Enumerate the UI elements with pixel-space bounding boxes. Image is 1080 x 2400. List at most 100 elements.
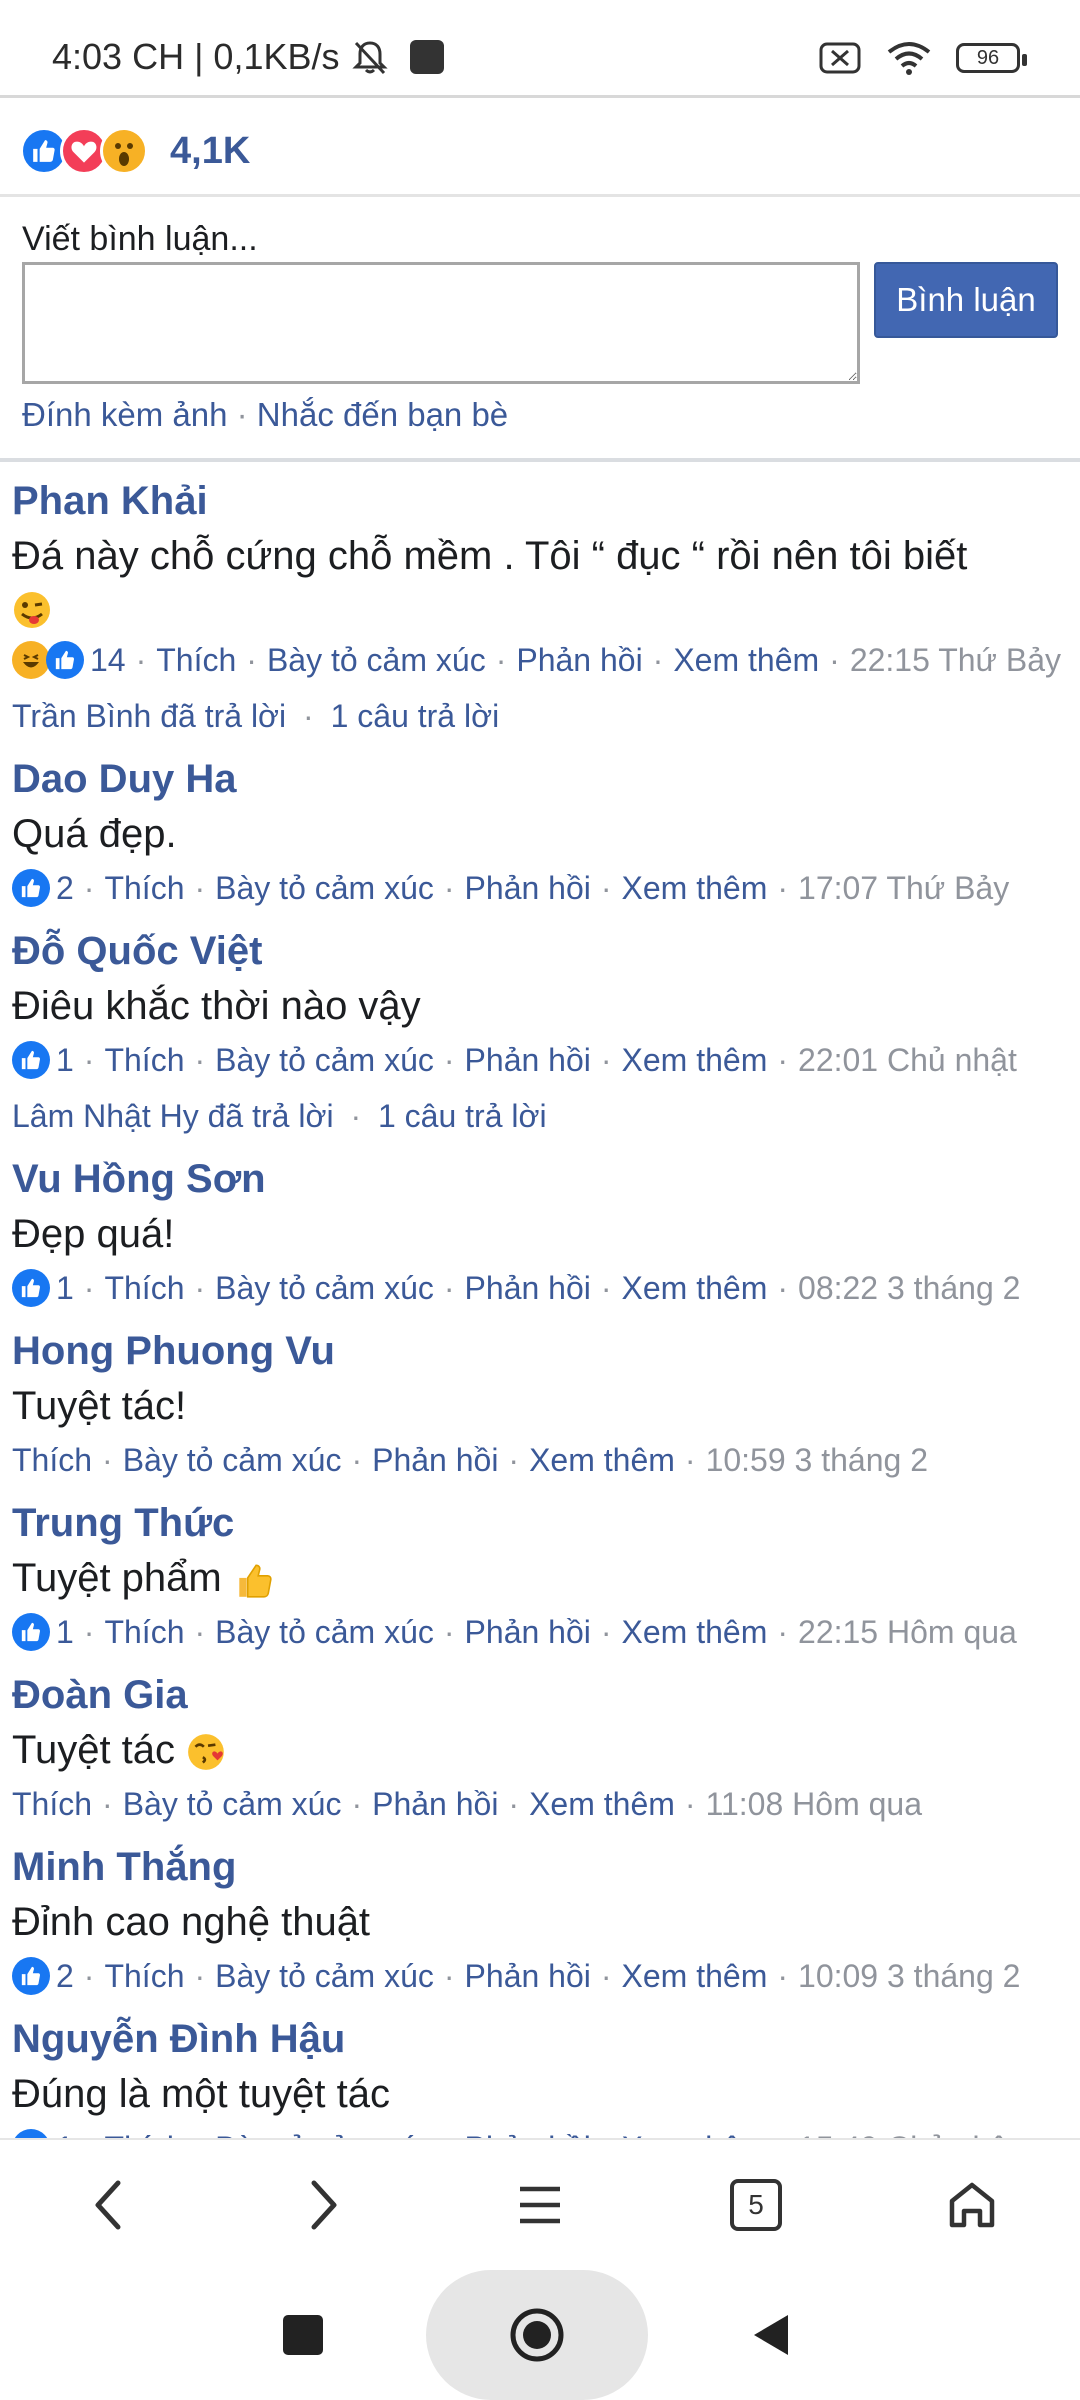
reply-summary[interactable]: Trần Bình đã trả lời · 1 câu trả lời	[12, 688, 1068, 744]
see-more-link[interactable]: Xem thêm	[673, 632, 819, 688]
like-link[interactable]: Thích	[156, 632, 236, 688]
see-more-link[interactable]: Xem thêm	[622, 1604, 768, 1660]
separator: ·	[684, 1442, 696, 1478]
reply-count-text[interactable]: 1 câu trả lời	[331, 698, 500, 734]
see-more-link[interactable]: Xem thêm	[622, 1948, 768, 2004]
comment-text: Đúng là một tuyệt tác	[12, 2072, 390, 2116]
reaction-count[interactable]: 1	[56, 1032, 74, 1088]
separator: ·	[194, 1270, 206, 1306]
like-link[interactable]: Thích	[104, 1032, 184, 1088]
react-link[interactable]: Bày tỏ cảm xúc	[123, 1432, 342, 1488]
see-more-link[interactable]: Xem thêm	[622, 1260, 768, 1316]
reply-author-text[interactable]: Lâm Nhật Hy đã trả lời	[12, 1098, 334, 1134]
mention-friends-link[interactable]: Nhắc đến bạn bè	[257, 396, 508, 433]
wow-icon	[100, 127, 148, 175]
comment-time[interactable]: 10:09 3 tháng 2	[798, 1948, 1020, 2004]
triangle-back-icon	[754, 2315, 788, 2355]
reply-link[interactable]: Phản hồi	[465, 1948, 591, 2004]
react-link[interactable]: Bày tỏ cảm xúc	[215, 1260, 434, 1316]
like-icon	[12, 869, 50, 907]
react-link[interactable]: Bày tỏ cảm xúc	[215, 2120, 434, 2138]
like-link[interactable]: Thích	[104, 2120, 184, 2138]
separator: ·	[350, 1098, 362, 1134]
reaction-count[interactable]: 2	[56, 1948, 74, 2004]
see-more-link[interactable]: Xem thêm	[529, 1432, 675, 1488]
separator: ·	[303, 698, 314, 734]
system-back-button[interactable]	[736, 2300, 806, 2370]
like-link[interactable]: Thích	[104, 1948, 184, 2004]
reaction-count[interactable]: 4,1K	[170, 127, 250, 175]
system-home-button[interactable]	[502, 2300, 572, 2370]
reactions-summary[interactable]: 4,1K	[0, 101, 1080, 197]
comment-time[interactable]: 17:07 Thứ Bảy	[798, 860, 1009, 916]
react-link[interactable]: Bày tỏ cảm xúc	[215, 1604, 434, 1660]
separator: ·	[508, 1442, 520, 1478]
tabs-button[interactable]: 5	[706, 2155, 806, 2255]
reply-count-text[interactable]: 1 câu trả lời	[378, 1098, 547, 1134]
reply-link[interactable]: Phản hồi	[465, 1260, 591, 1316]
comment-text-content: Tuyệt tác	[12, 1728, 176, 1772]
like-link[interactable]: Thích	[104, 1260, 184, 1316]
comment-author[interactable]: Minh Thắng	[12, 1838, 1068, 1896]
react-link[interactable]: Bày tỏ cảm xúc	[215, 860, 434, 916]
reply-link[interactable]: Phản hồi	[516, 632, 642, 688]
comment-time[interactable]: 22:15 Hôm qua	[798, 1604, 1017, 1660]
see-more-link[interactable]: Xem thêm	[529, 1776, 675, 1832]
comment-time[interactable]: 15:49 Chủ nhật	[798, 2120, 1017, 2138]
see-more-link[interactable]: Xem thêm	[622, 860, 768, 916]
comment-author[interactable]: Hong Phuong Vu	[12, 1322, 1068, 1380]
like-icon	[12, 1613, 50, 1651]
comment-input[interactable]	[22, 262, 860, 384]
reply-link[interactable]: Phản hồi	[465, 2120, 591, 2138]
comment-time[interactable]: 08:22 3 tháng 2	[798, 1260, 1020, 1316]
attach-photo-link[interactable]: Đính kèm ảnh	[22, 396, 227, 433]
separator: ·	[600, 1270, 612, 1306]
comment-actions: 1 · Thích · Bày tỏ cảm xúc · Phản hồi · …	[12, 1604, 1068, 1660]
comment-author[interactable]: Trung Thức	[12, 1494, 1068, 1552]
reply-summary[interactable]: Lâm Nhật Hy đã trả lời · 1 câu trả lời	[12, 1088, 1068, 1144]
comment-author[interactable]: Phan Khải	[12, 472, 1068, 530]
status-time-speed: 4:03 CH | 0,1KB/s	[52, 36, 340, 77]
comment-time[interactable]: 10:59 3 tháng 2	[706, 1432, 928, 1488]
menu-button[interactable]	[490, 2155, 590, 2255]
see-more-link[interactable]: Xem thêm	[622, 2120, 768, 2138]
comment-author[interactable]: Nguyễn Đình Hậu	[12, 2010, 1068, 2068]
like-link[interactable]: Thích	[104, 860, 184, 916]
reaction-count[interactable]: 1	[56, 2120, 74, 2138]
back-button[interactable]	[58, 2155, 158, 2255]
like-link[interactable]: Thích	[12, 1432, 92, 1488]
reply-link[interactable]: Phản hồi	[465, 1604, 591, 1660]
see-more-link[interactable]: Xem thêm	[622, 1032, 768, 1088]
react-link[interactable]: Bày tỏ cảm xúc	[267, 632, 486, 688]
recent-apps-button[interactable]	[268, 2300, 338, 2370]
comment-author[interactable]: Dao Duy Ha	[12, 750, 1068, 808]
reply-link[interactable]: Phản hồi	[372, 1432, 498, 1488]
chevron-right-icon	[311, 2180, 337, 2230]
like-link[interactable]: Thích	[12, 1776, 92, 1832]
reaction-count[interactable]: 2	[56, 860, 74, 916]
reaction-count[interactable]: 1	[56, 1604, 74, 1660]
submit-comment-button[interactable]: Bình luận	[874, 262, 1058, 338]
reply-link[interactable]: Phản hồi	[465, 1032, 591, 1088]
reply-link[interactable]: Phản hồi	[465, 860, 591, 916]
separator: ·	[777, 1270, 789, 1306]
comment-item: Phan Khải Đá này chỗ cứng chỗ mềm . Tôi …	[0, 466, 1080, 744]
comment-time[interactable]: 22:01 Chủ nhật	[798, 1032, 1017, 1088]
forward-button[interactable]	[274, 2155, 374, 2255]
reply-author-text[interactable]: Trần Bình đã trả lời	[12, 698, 286, 734]
comment-time[interactable]: 22:15 Thứ Bảy	[850, 632, 1061, 688]
react-link[interactable]: Bày tỏ cảm xúc	[215, 1032, 434, 1088]
reaction-count[interactable]: 14	[90, 632, 126, 688]
comment-author[interactable]: Vu Hồng Sơn	[12, 1150, 1068, 1208]
like-link[interactable]: Thích	[104, 1604, 184, 1660]
comment-item: Dao Duy Ha Quá đẹp. 2 · Thích · Bày tỏ c…	[0, 744, 1080, 916]
comment-time[interactable]: 11:08 Hôm qua	[706, 1776, 922, 1832]
home-button[interactable]	[922, 2155, 1022, 2255]
react-link[interactable]: Bày tỏ cảm xúc	[215, 1948, 434, 2004]
comment-author[interactable]: Đoàn Gia	[12, 1666, 1068, 1724]
comment-author[interactable]: Đỗ Quốc Việt	[12, 922, 1068, 980]
reply-link[interactable]: Phản hồi	[372, 1776, 498, 1832]
comment-text: Tuyệt phẩm	[12, 1552, 1068, 1604]
reaction-count[interactable]: 1	[56, 1260, 74, 1316]
react-link[interactable]: Bày tỏ cảm xúc	[123, 1776, 342, 1832]
